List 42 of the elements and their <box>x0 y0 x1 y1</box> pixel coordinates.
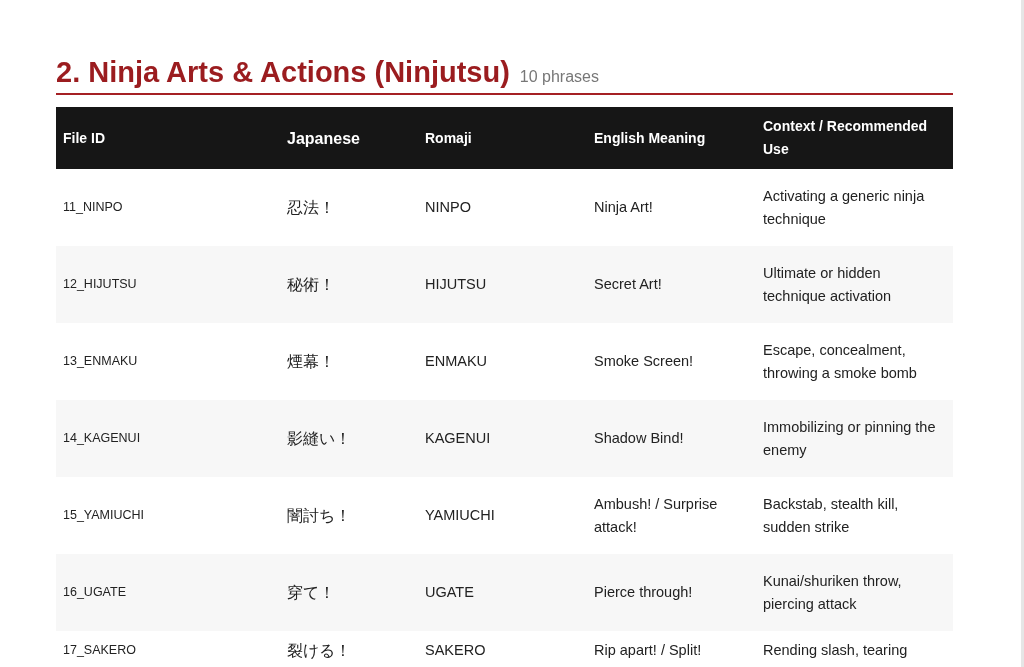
table-cell-text: Escape, concealment, throwing a smoke bomb <box>762 340 918 383</box>
table-cell-text: Ninja Art! <box>593 198 654 217</box>
column-header: Romaji <box>418 107 587 169</box>
table-cell-text: Ambush! / Surprise attack! <box>593 494 719 537</box>
table-cell-text: YAMIUCHI <box>424 506 496 525</box>
table-cell-text: ENMAKU <box>424 352 489 371</box>
column-header: Context / Recommended Use <box>756 107 953 169</box>
table-cell-text: Smoke Screen! <box>593 352 695 371</box>
table-cell: 秘術！ <box>280 246 418 323</box>
table-cell-text: 裂ける！ <box>286 640 352 662</box>
table-cell: 影縫い！ <box>280 400 418 477</box>
table-cell: HIJUTSU <box>418 246 587 323</box>
table-cell-text: Backstab, stealth kill, sudden strike <box>762 494 900 537</box>
column-header: Japanese <box>280 107 418 169</box>
section-title: 2. Ninja Arts & Actions (Ninjutsu) <box>56 56 510 89</box>
table-cell-text: 闇討ち！ <box>286 505 352 527</box>
phrase-count: 10 phrases <box>519 68 599 86</box>
table-cell: Secret Art! <box>587 246 756 323</box>
table-cell: UGATE <box>418 554 587 631</box>
table-cell-text: Rending slash, tearing <box>762 641 909 660</box>
column-header: File ID <box>56 107 280 169</box>
table-cell-text: 11_NINPO <box>62 199 124 216</box>
table-cell-text: 17_SAKERO <box>62 642 137 659</box>
table-cell: Pierce through! <box>587 554 756 631</box>
table-cell: 12_HIJUTSU <box>56 246 280 323</box>
table-cell: Shadow Bind! <box>587 400 756 477</box>
table-cell-text: 忍法！ <box>286 197 336 219</box>
table-cell: 穿て！ <box>280 554 418 631</box>
table-cell-text: SAKERO <box>424 641 487 660</box>
table-cell-text: 15_YAMIUCHI <box>62 507 146 524</box>
table-cell-text: 13_ENMAKU <box>62 353 139 370</box>
table-cell: Immobilizing or pinning the enemy <box>756 400 953 477</box>
table-cell: 16_UGATE <box>56 554 280 631</box>
table-cell: 14_KAGENUI <box>56 400 280 477</box>
table-cell-text: Rip apart! / Split! <box>593 641 703 660</box>
table-cell: Ultimate or hidden technique activation <box>756 246 953 323</box>
table-cell-text: 煙幕！ <box>286 351 336 373</box>
table-cell-text: NINPO <box>424 198 472 217</box>
table-cell-text: Activating a generic ninja technique <box>762 186 926 229</box>
table-cell: KAGENUI <box>418 400 587 477</box>
table-cell: Kunai/shuriken throw, piercing attack <box>756 554 953 631</box>
column-header: English Meaning <box>587 107 756 169</box>
